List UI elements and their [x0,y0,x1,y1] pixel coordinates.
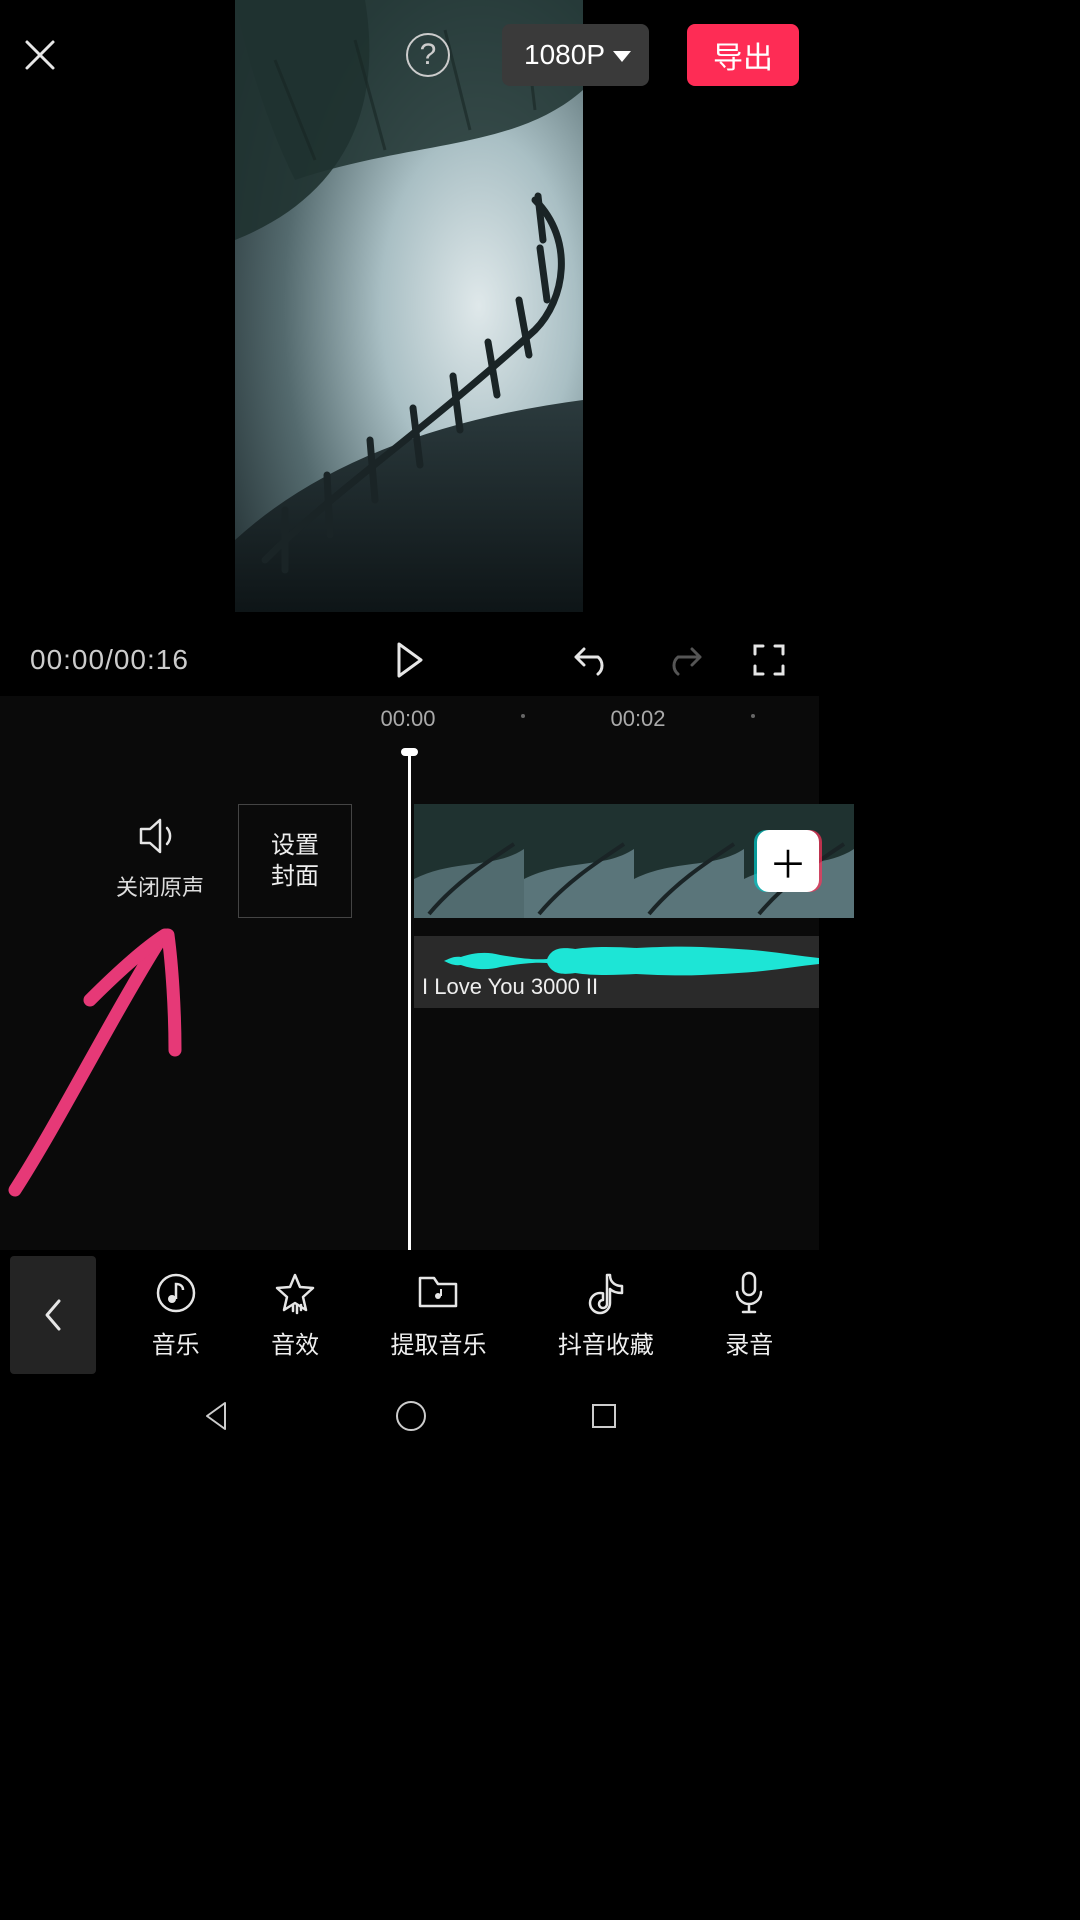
music-note-icon [154,1271,198,1315]
time-display: 00:00/00:16 [30,644,189,676]
mute-label: 关闭原声 [116,870,204,902]
circle-home-icon [394,1399,428,1433]
resolution-dropdown[interactable]: 1080P [502,24,649,86]
square-recent-icon [590,1402,618,1430]
play-button[interactable] [390,640,430,680]
tool-label: 录音 [725,1325,773,1360]
nav-home-button[interactable] [394,1399,428,1438]
add-clip-button[interactable]: ＋ [757,830,819,892]
help-icon: ? [420,38,437,72]
play-icon [395,642,425,678]
clip-frame[interactable] [524,804,634,918]
fullscreen-button[interactable] [749,640,789,680]
timeline[interactable]: 00:00 00:02 关闭原声 设置封面 [0,696,819,1290]
tool-douyin-favorites[interactable]: 抖音收藏 [558,1271,654,1360]
ruler-tick [751,714,755,718]
microphone-icon [727,1271,771,1315]
fullscreen-icon [752,643,786,677]
clip-frame[interactable] [634,804,744,918]
toolbar-back-button[interactable] [10,1256,96,1374]
help-button[interactable]: ? [406,33,450,77]
chevron-down-icon [613,51,631,62]
playback-bar: 00:00/00:16 [0,630,819,690]
undo-icon [573,644,611,676]
top-bar: ? 1080P 导出 [0,20,819,90]
redo-button[interactable] [664,640,704,680]
nav-back-button[interactable] [201,1400,233,1437]
tool-record[interactable]: 录音 [725,1271,773,1360]
system-nav-bar [0,1380,819,1456]
tool-music[interactable]: 音乐 [152,1271,200,1360]
redo-icon [665,644,703,676]
plus-icon: ＋ [769,834,807,889]
close-icon [23,38,57,72]
clip-frame[interactable] [414,804,524,918]
tool-sound-effect[interactable]: 音效 [271,1271,319,1360]
export-label: 导出 [713,33,773,77]
speaker-icon [138,816,182,856]
triangle-back-icon [201,1400,233,1432]
ruler-mark: 00:00 [380,706,435,732]
video-preview[interactable] [235,0,583,612]
cover-label: 设置封面 [271,830,319,892]
tool-label: 提取音乐 [390,1325,486,1360]
nav-recent-button[interactable] [590,1402,618,1435]
close-button[interactable] [20,35,60,75]
ruler-mark: 00:02 [610,706,665,732]
folder-icon [416,1271,460,1315]
video-track[interactable]: ＋ [414,804,819,918]
audio-waveform [444,946,819,976]
star-icon [273,1271,317,1315]
tool-label: 抖音收藏 [558,1325,654,1360]
playhead[interactable] [408,752,411,1280]
set-cover-button[interactable]: 设置封面 [238,804,352,918]
douyin-icon [584,1271,628,1315]
ruler-tick [521,714,525,718]
chevron-left-icon [43,1297,63,1333]
export-button[interactable]: 导出 [687,24,799,86]
resolution-label: 1080P [524,39,605,71]
tool-label: 音效 [271,1325,319,1360]
tool-extract-music[interactable]: 提取音乐 [390,1271,486,1360]
undo-button[interactable] [572,640,612,680]
mute-original-audio-button[interactable]: 关闭原声 [115,816,205,902]
audio-track-title: I Love You 3000 II [422,974,598,1000]
audio-toolbar: 音乐 音效 提取音乐 抖音收藏 录音 [0,1250,819,1380]
timeline-ruler: 00:00 00:02 [0,706,819,740]
audio-track[interactable]: I Love You 3000 II [414,936,819,1008]
tool-label: 音乐 [152,1325,200,1360]
